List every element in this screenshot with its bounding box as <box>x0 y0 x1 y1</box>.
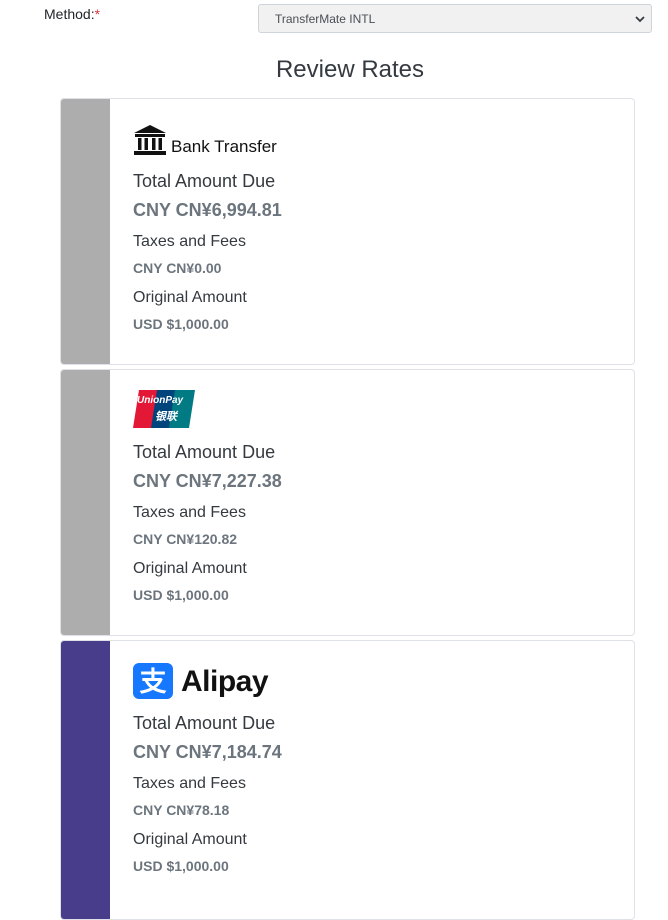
unionpay-logo-subtext: 银联 <box>155 411 177 423</box>
alipay-logo: 支 Alipay <box>133 641 433 703</box>
taxes-fees-value: CNY CN¥0.00 <box>133 260 222 276</box>
method-select-value: TransferMate INTL <box>275 12 376 26</box>
rate-card-alipay[interactable]: 支 Alipay Total Amount Due CNY CN¥7,184.7… <box>60 640 635 920</box>
review-rates-title: Review Rates <box>275 56 425 83</box>
unionpay-logo-text: UnionPay <box>137 395 184 406</box>
original-amount-label: Original Amount <box>133 289 247 306</box>
original-amount-value: USD $1,000.00 <box>133 316 229 332</box>
svg-text:支: 支 <box>140 667 167 698</box>
original-amount-label: Original Amount <box>133 560 247 577</box>
taxes-fees-label: Taxes and Fees <box>133 775 246 792</box>
rate-card-bank-transfer[interactable]: Bank Transfer Total Amount Due CNY CN¥6,… <box>60 98 635 365</box>
taxes-fees-label: Taxes and Fees <box>133 504 246 521</box>
total-amount-label: Total Amount Due <box>133 442 276 462</box>
taxes-fees-value: CNY CN¥78.18 <box>133 802 230 818</box>
required-mark: * <box>94 6 101 22</box>
taxes-fees-value: CNY CN¥120.82 <box>133 531 238 547</box>
total-amount-value: CNY CN¥7,227.38 <box>133 471 282 491</box>
bank-icon <box>134 125 166 155</box>
original-amount-label: Original Amount <box>133 831 247 848</box>
rate-card-unionpay[interactable]: UnionPay 银联 Total Amount Due CNY CN¥7,22… <box>60 369 635 636</box>
chevron-down-icon <box>635 16 645 23</box>
unionpay-logo: UnionPay 银联 <box>133 390 197 430</box>
alipay-icon: 支 <box>133 663 173 699</box>
total-amount-label: Total Amount Due <box>133 713 276 733</box>
card-status-bar <box>61 641 110 919</box>
method-label-text: Method: <box>44 6 95 22</box>
bank-transfer-label: Bank Transfer <box>171 137 277 156</box>
alipay-label: Alipay <box>181 665 269 698</box>
taxes-fees-label: Taxes and Fees <box>133 233 246 250</box>
total-amount-value: CNY CN¥6,994.81 <box>133 200 282 220</box>
total-amount-value: CNY CN¥7,184.74 <box>133 742 282 762</box>
method-label: Method:* <box>44 6 100 22</box>
bank-transfer-logo: Bank Transfer <box>133 99 433 159</box>
method-row: Method:* TransferMate INTL <box>0 0 668 36</box>
original-amount-value: USD $1,000.00 <box>133 587 229 603</box>
card-status-bar <box>61 370 110 635</box>
card-status-bar <box>61 99 110 364</box>
original-amount-value: USD $1,000.00 <box>133 858 229 874</box>
total-amount-label: Total Amount Due <box>133 171 276 191</box>
method-select[interactable]: TransferMate INTL <box>258 4 652 33</box>
